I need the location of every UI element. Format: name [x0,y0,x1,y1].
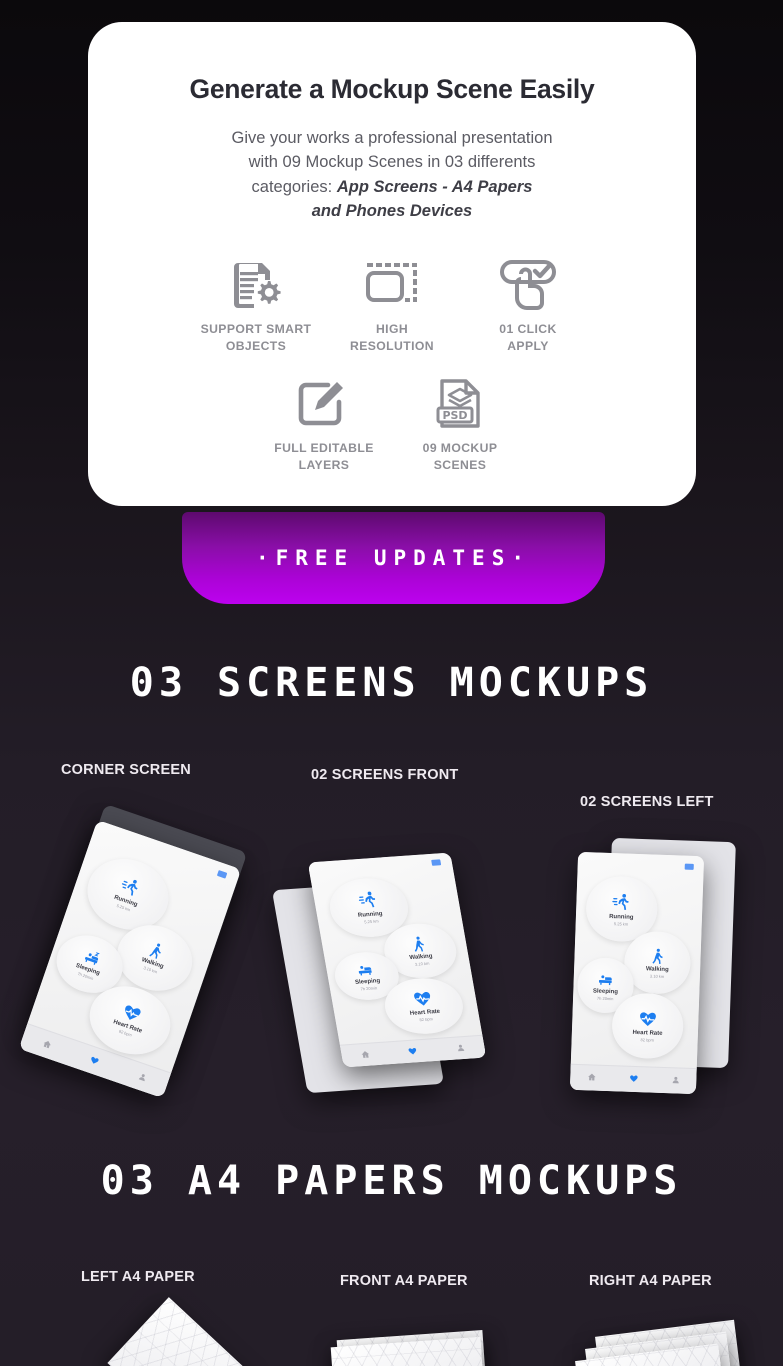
subtitle-line-1: Give your works a professional presentat… [231,128,553,147]
activity-name: Walking [409,953,433,961]
sleeping-icon [598,970,615,987]
activity-value: 82 bpm [640,1037,654,1043]
feature-label-line1: SUPPORT SMART [200,322,312,337]
feature-label-line2: LAYERS [298,457,350,472]
feature-label-line1: 01 CLICK [499,322,557,337]
mock-label-02-screens-front: 02 SCREENS FRONT [311,767,459,783]
section-heading-papers: 03 A4 PAPERS MOCKUPS [100,1158,683,1204]
activity-value: 7h 20min [360,985,378,992]
card-subtitle: Give your works a professional presentat… [128,126,656,224]
status-indicator [216,869,228,879]
feature-support-smart-objects: SUPPORT SMART OBJECTS [188,249,324,354]
features-row-2: FULL EDITABLE LAYERS PSD 09 MOCKUP SCENE… [128,368,656,473]
home-icon[interactable] [360,1046,372,1064]
status-indicator [684,863,694,870]
heart-icon[interactable] [88,1051,102,1071]
bottom-nav [569,1063,697,1095]
feature-09-mockup-scenes: PSD 09 MOCKUP SCENES [392,368,528,473]
phone-body: Running 5.25 km Walking 3.10 km Sleeping… [18,819,242,1099]
feature-label: 01 CLICK APPLY [499,321,556,354]
subtitle-emphasis-1: App Screens - A4 Papers [336,177,533,196]
sleeping-icon [356,960,375,977]
feature-01-click-apply: 01 CLICK APPLY [460,249,596,354]
dashed-frame-icon [363,249,421,311]
heart-rate-icon [638,1009,658,1029]
activity-name: Walking [645,965,669,973]
feature-full-editable-layers: FULL EDITABLE LAYERS [256,368,392,473]
pencil-edit-square-icon [296,368,352,430]
cards-area: Running 5.25 km Walking 3.10 km Sleeping… [311,871,482,1045]
activity-value: 5.25 km [613,920,629,927]
mock-label-front-a4-paper: FRONT A4 PAPER [340,1273,468,1289]
feature-label: FULL EDITABLE LAYERS [274,440,374,473]
mock-label-corner-screen: CORNER SCREEN [61,762,191,778]
cards-area: Running 5.25 km Walking 3.10 km Sleeping… [571,873,704,1068]
running-icon [611,892,632,913]
psd-file-layers-icon: PSD [433,368,487,430]
profile-icon[interactable] [455,1039,467,1057]
mockup-02-screens-left[interactable]: Running 5.25 km Walking 3.10 km Sleeping… [568,837,748,1108]
subtitle-emphasis-2: and Phones Devices [311,202,473,221]
heart-icon[interactable] [407,1042,419,1060]
heart-rate-icon [411,989,433,1009]
activity-value: 3.10 km [414,960,430,967]
walking-icon [409,935,429,953]
svg-text:PSD: PSD [442,409,467,422]
section-heading-screens: 03 SCREENS MOCKUPS [129,660,654,706]
activity-name: Running [357,911,384,920]
activity-name: Sleeping [592,988,619,996]
free-updates-label: ·FREE UPDATES· [255,546,531,570]
sleeping-icon [82,947,102,967]
feature-label-line1: FULL EDITABLE [274,441,374,456]
feature-label: HIGH RESOLUTION [350,321,434,354]
activity-value: 82 bpm [419,1016,434,1023]
activity-card-heart-rate[interactable]: Heart Rate 82 bpm [611,992,685,1060]
info-card: Generate a Mockup Scene Easily Give your… [88,22,696,506]
page-title: Generate a Mockup Scene Easily [189,74,595,104]
feature-label-line2: APPLY [507,338,549,353]
feature-high-resolution: HIGH RESOLUTION [324,249,460,354]
activity-value: 3.10 km [649,972,665,979]
home-icon[interactable] [587,1069,597,1087]
smart-object-gear-icon [230,249,282,311]
profile-icon[interactable] [135,1068,149,1088]
feature-label-line1: 09 MOCKUP [422,441,498,456]
activity-name: Sleeping [354,977,381,986]
home-icon[interactable] [40,1035,54,1055]
phone-body: Running 5.25 km Walking 3.10 km Sleeping… [569,851,705,1095]
mockup-left-a4-paper[interactable] [107,1297,257,1366]
app-screen: Running 5.25 km Walking 3.10 km Sleeping… [569,851,705,1095]
activity-name: Heart Rate [409,1009,441,1018]
mock-label-02-screens-left: 02 SCREENS LEFT [580,794,714,810]
status-indicator [430,859,441,867]
profile-icon[interactable] [670,1072,680,1090]
feature-label-line2: OBJECTS [225,338,287,353]
feature-label-line2: SCENES [433,457,487,472]
activity-name: Heart Rate [632,1030,663,1038]
hand-click-check-icon [497,249,559,311]
features-row-1: SUPPORT SMART OBJECTS HIGH RESOLUTION 01… [128,249,656,354]
mock-label-left-a4-paper: LEFT A4 PAPER [81,1269,195,1285]
activity-value: 5.25 km [363,918,380,925]
walking-icon [649,947,667,965]
mockup-02-screens-front[interactable]: Running 5.25 km Walking 3.10 km Sleeping… [271,850,548,1094]
feature-label: 09 MOCKUP SCENES [423,440,498,473]
activity-value: 7h 20min [596,995,614,1001]
feature-label-line2: RESOLUTION [350,338,434,353]
activity-name: Running [609,913,634,921]
feature-label: SUPPORT SMART OBJECTS [201,321,312,354]
mockup-corner-screen[interactable]: Running 5.25 km Walking 3.10 km Sleeping… [18,803,286,1120]
promo-page: Generate a Mockup Scene Easily Give your… [0,0,783,1366]
app-screen: Running 5.25 km Walking 3.10 km Sleeping… [18,819,242,1099]
feature-label-line1: HIGH [375,322,409,337]
heart-icon[interactable] [628,1070,638,1088]
mock-label-right-a4-paper: RIGHT A4 PAPER [589,1273,712,1289]
running-icon [356,890,380,911]
activity-card-walking[interactable]: Walking 3.10 km [623,930,692,996]
free-updates-banner[interactable]: ·FREE UPDATES· [182,512,605,604]
subtitle-line-3: categories: [251,177,333,196]
subtitle-line-2: with 09 Mockup Scenes in 03 differents [248,153,536,172]
